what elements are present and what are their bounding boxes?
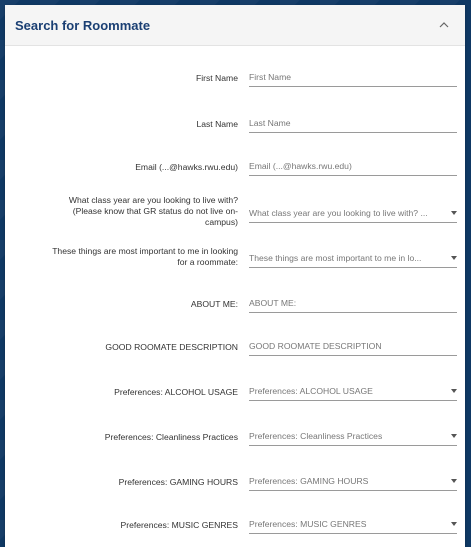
important-label: These things are most important to me in… bbox=[52, 246, 238, 268]
important-label-line2: for a roommate: bbox=[177, 257, 238, 267]
caret-down-icon bbox=[451, 211, 457, 215]
caret-down-icon bbox=[451, 256, 457, 260]
class-year-selected: What class year are you looking to live … bbox=[249, 208, 428, 218]
cleanliness-label: Preferences: Cleanliness Practices bbox=[104, 432, 238, 442]
caret-down-icon bbox=[451, 389, 457, 393]
last-name-label: Last Name bbox=[196, 119, 238, 129]
about-me-placeholder: ABOUT ME: bbox=[249, 298, 297, 308]
caret-down-icon bbox=[451, 434, 457, 438]
good-roommate-input[interactable]: GOOD ROOMATE DESCRIPTION bbox=[249, 340, 457, 356]
last-name-placeholder: Last Name bbox=[249, 118, 291, 128]
last-name-input[interactable]: Last Name bbox=[249, 117, 457, 133]
chevron-up-icon[interactable] bbox=[437, 18, 451, 32]
first-name-placeholder: First Name bbox=[249, 72, 292, 82]
good-roommate-label: GOOD ROOMATE DESCRIPTION bbox=[105, 342, 238, 352]
alcohol-select[interactable]: Preferences: ALCOHOL USAGE bbox=[249, 385, 457, 401]
class-year-label-line2: (Please know that GR status do not live … bbox=[72, 206, 238, 216]
gaming-select[interactable]: Preferences: GAMING HOURS bbox=[249, 475, 457, 491]
email-input[interactable]: Email (...@hawks.rwu.edu) bbox=[249, 160, 457, 176]
email-placeholder: Email (...@hawks.rwu.edu) bbox=[249, 161, 352, 171]
gaming-label: Preferences: GAMING HOURS bbox=[118, 477, 238, 487]
music-selected: Preferences: MUSIC GENRES bbox=[249, 519, 367, 529]
first-name-label: First Name bbox=[195, 73, 238, 83]
caret-down-icon bbox=[451, 522, 457, 526]
about-me-label: ABOUT ME: bbox=[190, 299, 238, 309]
email-label: Email (...@hawks.rwu.edu) bbox=[135, 162, 238, 172]
important-label-line1: These things are most important to me in… bbox=[52, 246, 238, 256]
class-year-label-line3: campus) bbox=[205, 217, 238, 227]
alcohol-label: Preferences: ALCOHOL USAGE bbox=[114, 387, 238, 397]
search-roommate-panel: Search for Roommate First Name First Nam… bbox=[5, 5, 465, 547]
gaming-selected: Preferences: GAMING HOURS bbox=[249, 476, 369, 486]
cleanliness-select[interactable]: Preferences: Cleanliness Practices bbox=[249, 430, 457, 446]
music-select[interactable]: Preferences: MUSIC GENRES bbox=[249, 518, 457, 534]
caret-down-icon bbox=[451, 479, 457, 483]
first-name-input[interactable]: First Name bbox=[249, 71, 457, 87]
alcohol-selected: Preferences: ALCOHOL USAGE bbox=[249, 386, 373, 396]
music-label: Preferences: MUSIC GENRES bbox=[120, 520, 238, 530]
class-year-label-line1: What class year are you looking to live … bbox=[68, 195, 238, 205]
panel-header[interactable]: Search for Roommate bbox=[5, 5, 465, 46]
important-selected: These things are most important to me in… bbox=[249, 253, 422, 263]
cleanliness-selected: Preferences: Cleanliness Practices bbox=[249, 431, 383, 441]
class-year-label: What class year are you looking to live … bbox=[69, 195, 238, 228]
panel-title: Search for Roommate bbox=[15, 17, 151, 33]
important-select[interactable]: These things are most important to me in… bbox=[249, 252, 457, 268]
class-year-select[interactable]: What class year are you looking to live … bbox=[249, 207, 457, 223]
good-roommate-placeholder: GOOD ROOMATE DESCRIPTION bbox=[249, 341, 382, 351]
about-me-input[interactable]: ABOUT ME: bbox=[249, 297, 457, 313]
